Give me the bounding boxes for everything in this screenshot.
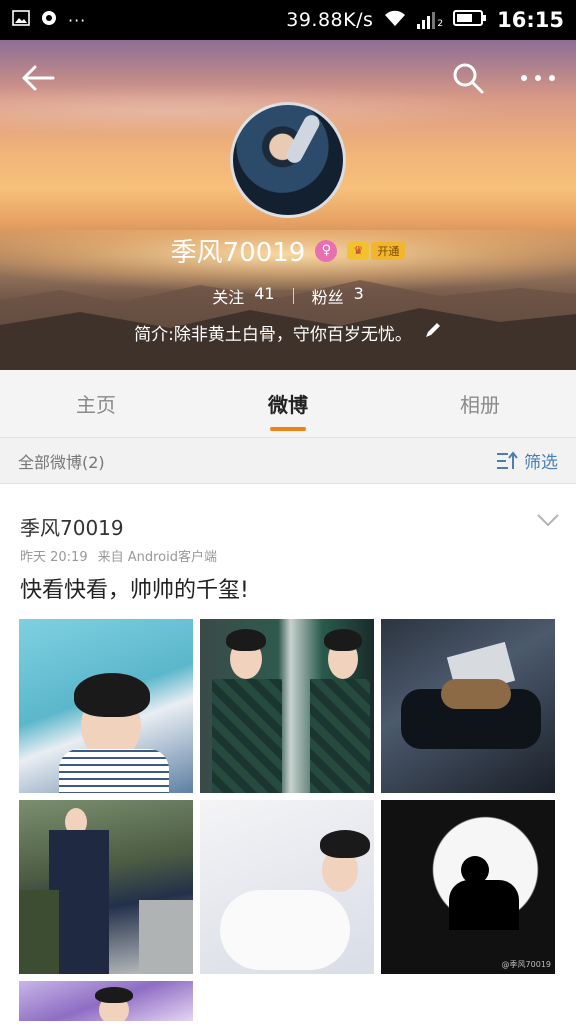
notification-dots: ··· <box>68 10 87 30</box>
profile-header: 季风70019 ♀ ♛ 开通 关注 41 粉丝 3 简介:除非黄土白骨，守你百岁… <box>0 40 576 370</box>
edit-pencil-icon <box>425 323 440 337</box>
avatar[interactable] <box>230 102 346 218</box>
followers-label: 粉丝 <box>311 288 344 307</box>
post-menu-button[interactable] <box>536 512 560 536</box>
gender-female-icon: ♀ <box>315 239 338 262</box>
profile-bio: 简介:除非黄土白骨，守你百岁无忧。 <box>134 325 412 345</box>
photo-watermark: @季风70019 <box>501 960 551 969</box>
profile-name: 季风70019 <box>170 238 306 268</box>
edit-bio-button[interactable] <box>424 321 442 344</box>
post-photo[interactable]: @季风70019 <box>381 800 555 974</box>
post-photo[interactable] <box>200 800 374 974</box>
crown-icon: ♛ <box>347 241 370 260</box>
search-button[interactable] <box>448 58 488 98</box>
sim-label: 2 <box>437 19 444 29</box>
more-button[interactable] <box>518 58 558 98</box>
post-photo[interactable] <box>200 619 374 793</box>
back-button[interactable] <box>18 58 58 98</box>
chevron-down-icon <box>537 514 559 527</box>
all-posts-title: 全部微博(2) <box>18 452 105 472</box>
more-icon <box>521 75 555 81</box>
post-time: 昨天 20:19 <box>20 550 88 565</box>
post-photo[interactable] <box>19 619 193 793</box>
following-count: 41 <box>254 284 275 303</box>
tab-weibo[interactable]: 微博 <box>192 370 384 437</box>
filter-button[interactable]: 筛选 <box>496 448 558 473</box>
post-author[interactable]: 季风70019 <box>20 512 124 541</box>
status-bar: ··· 39.88K/s 2 16:15 <box>0 0 576 40</box>
photo-grid: @季风70019 <box>19 619 555 1021</box>
followers-stat[interactable]: 粉丝 3 <box>312 284 364 308</box>
stat-divider <box>292 288 294 304</box>
sync-icon <box>40 9 58 31</box>
post-source: 来自 Android客户端 <box>97 550 218 565</box>
filter-icon <box>497 450 518 469</box>
signal-icon: 2 <box>417 11 443 29</box>
battery-icon <box>453 9 487 32</box>
network-speed: 39.88K/s <box>286 9 374 31</box>
tab-album[interactable]: 相册 <box>384 370 576 437</box>
filter-bar: 全部微博(2) 筛选 <box>0 438 576 484</box>
post-photo[interactable] <box>381 619 555 793</box>
post-photo[interactable] <box>19 800 193 974</box>
post-photo[interactable] <box>19 981 193 1021</box>
post-text: 快看快看，帅帅的千玺! <box>20 578 249 603</box>
vip-open-label: 开通 <box>371 241 406 260</box>
image-icon <box>12 10 30 30</box>
search-icon <box>453 63 484 94</box>
profile-tabs: 主页 微博 相册 <box>0 370 576 438</box>
vip-badge[interactable]: ♛ 开通 <box>347 241 406 261</box>
wifi-icon <box>383 9 407 32</box>
tab-home[interactable]: 主页 <box>0 370 192 437</box>
following-label: 关注 <box>212 288 245 307</box>
post-card[interactable]: 季风70019 昨天 20:19 来自 Android客户端 快看快看，帅帅的千… <box>0 484 576 1024</box>
following-stat[interactable]: 关注 41 <box>212 284 274 308</box>
back-arrow-icon <box>22 65 55 91</box>
post-meta: 昨天 20:19 来自 Android客户端 <box>20 546 217 565</box>
followers-count: 3 <box>353 284 364 303</box>
clock: 16:15 <box>497 8 564 32</box>
filter-label: 筛选 <box>524 453 558 473</box>
